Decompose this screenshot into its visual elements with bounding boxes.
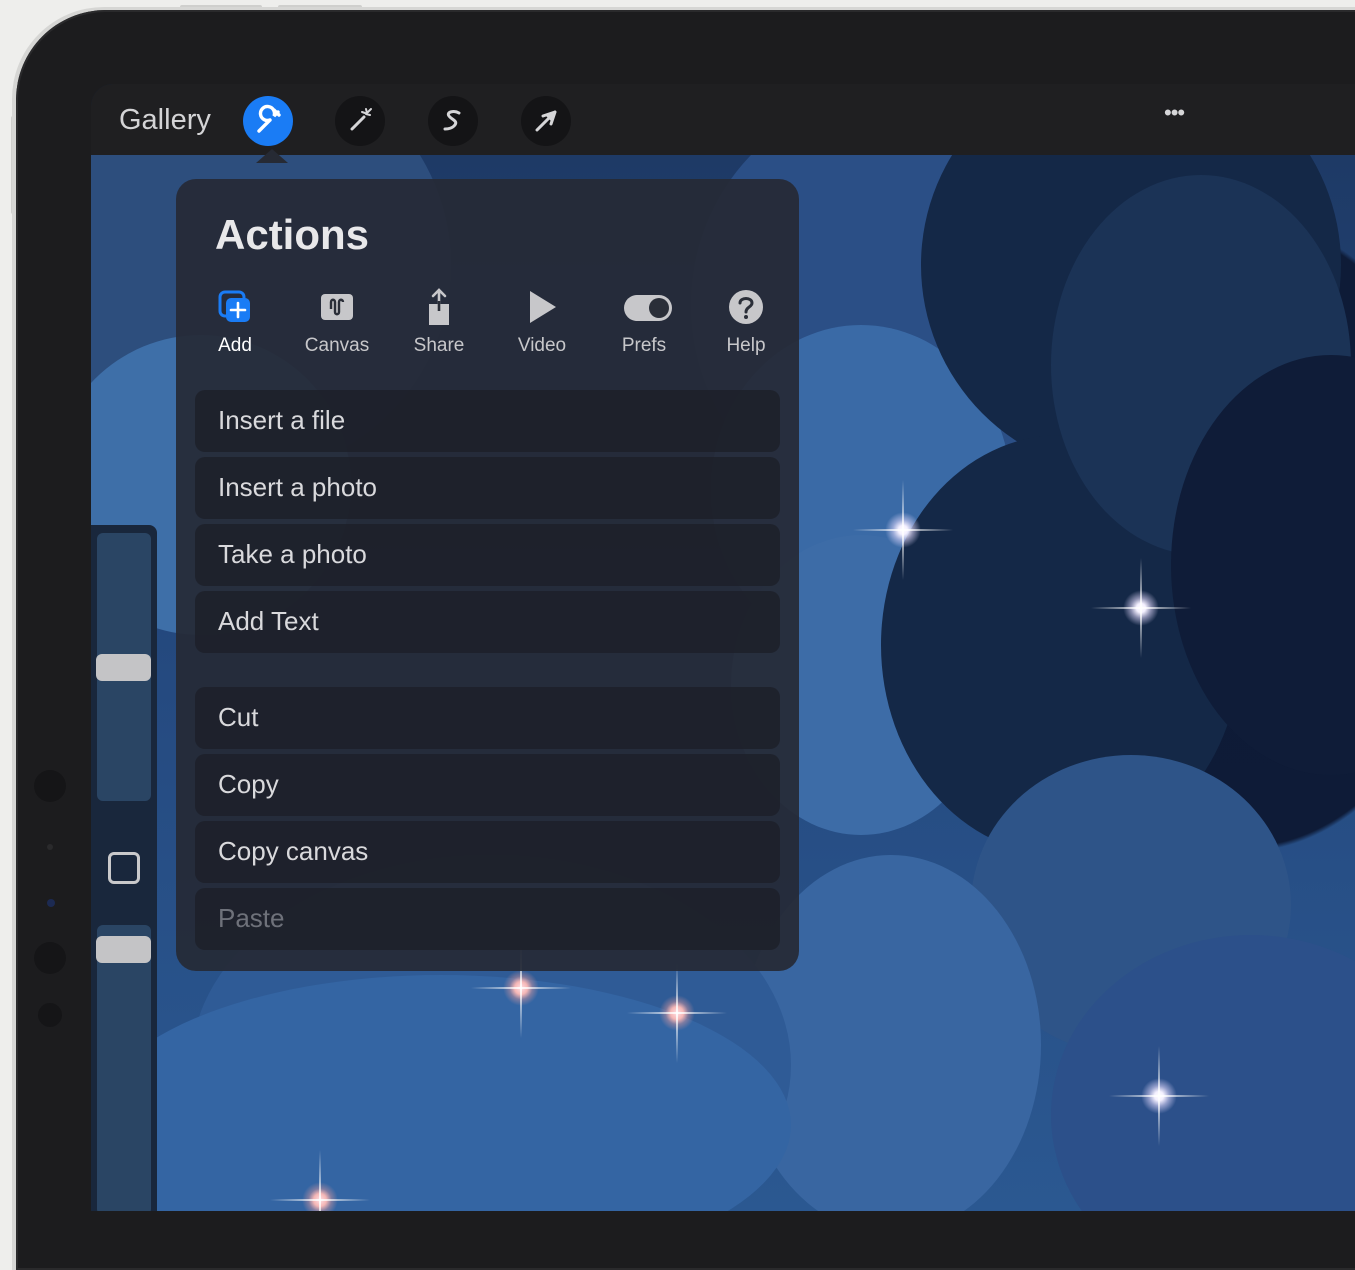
volume-up-button <box>180 5 262 9</box>
canvas-icon <box>321 294 353 320</box>
top-toolbar: Gallery ••• <box>91 84 1355 155</box>
insert-photo-item[interactable]: Insert a photo <box>195 457 780 519</box>
volume-down-button <box>278 5 362 9</box>
actions-popover: Actions Add Canvas Share Video Prefs Hel… <box>176 179 799 971</box>
item-label: Take a photo <box>218 539 367 569</box>
tab-label: Video <box>517 335 567 356</box>
cut-item[interactable]: Cut <box>195 687 780 749</box>
selection-button[interactable] <box>428 96 478 146</box>
power-button <box>11 116 15 214</box>
insert-file-item[interactable]: Insert a file <box>195 390 780 452</box>
copy-item[interactable]: Copy <box>195 754 780 816</box>
camera-flash <box>47 899 55 907</box>
more-options-button[interactable]: ••• <box>1164 100 1185 126</box>
actions-button[interactable] <box>243 96 293 146</box>
item-label: Insert a photo <box>218 472 377 502</box>
tab-label: Add <box>218 335 252 356</box>
tab-label: Help <box>726 335 766 356</box>
side-slider-panel <box>91 525 157 1211</box>
item-label: Copy canvas <box>218 836 369 866</box>
add-text-item[interactable]: Add Text <box>195 591 780 653</box>
item-label: Paste <box>218 903 285 933</box>
item-label: Add Text <box>218 606 319 636</box>
actions-title: Actions <box>215 211 370 258</box>
transform-button[interactable] <box>521 96 571 146</box>
camera-lens <box>34 770 66 802</box>
brush-size-knob[interactable] <box>96 654 151 681</box>
paste-item: Paste <box>195 888 780 950</box>
magic-wand-icon <box>350 108 372 131</box>
gallery-button[interactable]: Gallery <box>119 104 211 137</box>
wrench-icon <box>257 104 281 133</box>
share-icon <box>429 288 449 325</box>
sensor-dot <box>47 844 53 850</box>
tab-label: Prefs <box>621 335 667 356</box>
item-label: Copy <box>218 769 279 799</box>
toggle-icon <box>624 295 672 321</box>
item-label: Insert a file <box>218 405 346 435</box>
play-icon <box>530 291 556 323</box>
microphone <box>38 1003 62 1027</box>
item-label: Cut <box>218 702 259 732</box>
arrow-cursor-icon <box>535 110 557 132</box>
copy-canvas-item[interactable]: Copy canvas <box>195 821 780 883</box>
add-layer-icon <box>218 290 250 322</box>
square-modify-icon[interactable] <box>108 852 140 884</box>
help-icon <box>729 290 763 324</box>
procreate-screen: Gallery ••• Actions Add Canvas Share Vid… <box>91 84 1355 1211</box>
selection-s-icon <box>443 110 461 131</box>
opacity-slider[interactable] <box>97 925 151 1211</box>
opacity-knob[interactable] <box>96 936 151 963</box>
tab-label: Canvas <box>304 335 370 356</box>
tab-label: Share <box>413 335 465 356</box>
popover-pointer <box>256 149 288 163</box>
camera-lens-2 <box>34 942 66 974</box>
take-photo-item[interactable]: Take a photo <box>195 524 780 586</box>
adjustments-button[interactable] <box>335 96 385 146</box>
actions-tabs: Add Canvas Share Video Prefs Help <box>176 287 799 367</box>
